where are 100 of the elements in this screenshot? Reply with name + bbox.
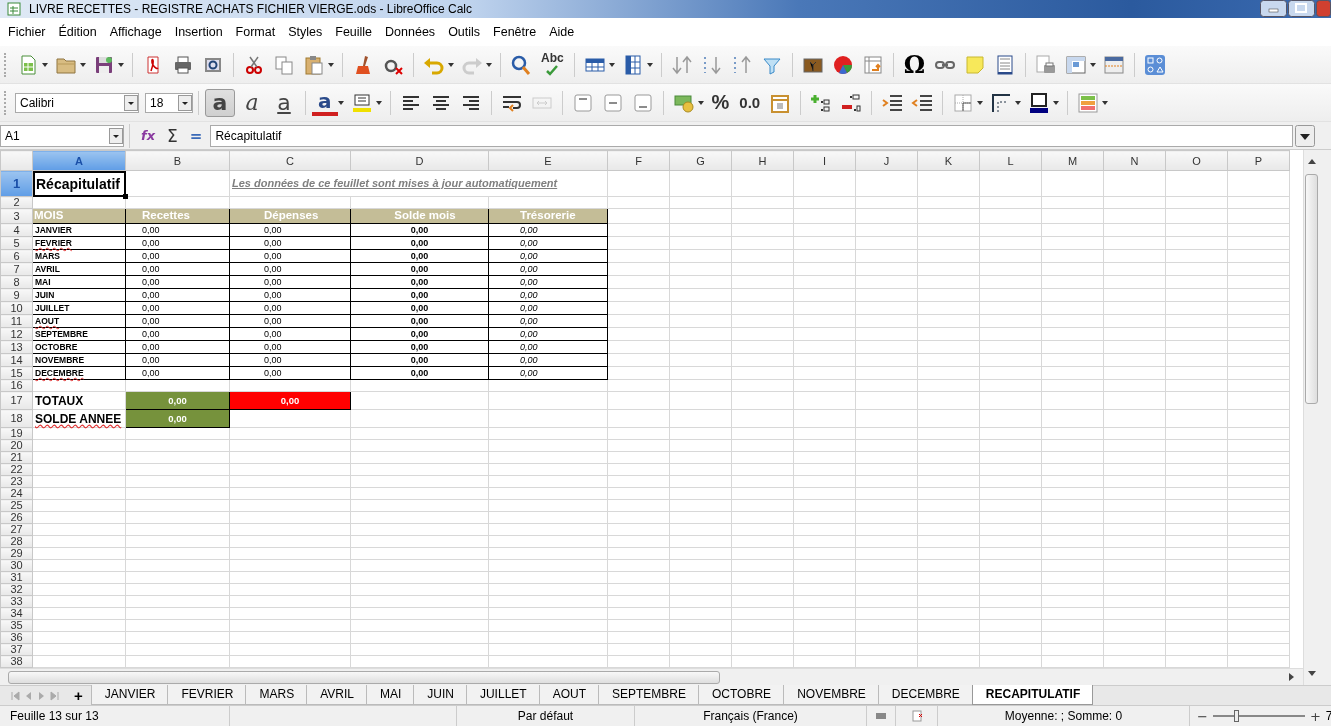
align-middle-icon[interactable] (601, 91, 624, 114)
scrollbar-thumb[interactable] (1305, 174, 1318, 404)
sum-button[interactable]: Σ (163, 124, 182, 147)
menu-item[interactable]: Format (228, 25, 282, 39)
delete-decimal-icon[interactable] (840, 91, 863, 114)
column-header[interactable]: N (1103, 150, 1166, 171)
column-header[interactable]: C (229, 150, 351, 171)
add-sheet-button[interactable]: + (62, 686, 91, 705)
caret-icon[interactable] (1014, 98, 1023, 107)
menu-item[interactable]: Aide (542, 25, 581, 39)
menu-item[interactable]: Outils (441, 25, 487, 39)
menu-item[interactable]: Styles (281, 25, 329, 39)
column-header[interactable]: O (1165, 150, 1228, 171)
scrollbar-thumb[interactable] (8, 670, 720, 684)
column-header[interactable]: M (1041, 150, 1104, 171)
sheet-tab[interactable]: NOVEMBRE (783, 685, 879, 705)
column-header[interactable]: E (488, 150, 608, 171)
sheet-tab[interactable]: AVRIL (306, 685, 367, 705)
shapes-icon[interactable] (1144, 53, 1167, 76)
caret-icon[interactable] (1089, 60, 1098, 69)
font-color-button[interactable]: a (312, 89, 338, 116)
selection-mode-icon[interactable] (875, 710, 887, 722)
italic-button[interactable]: a (237, 88, 267, 117)
menu-item[interactable]: Fichier (1, 25, 52, 39)
caret-icon[interactable] (327, 60, 335, 69)
search-icon[interactable] (510, 53, 532, 76)
caret-icon[interactable] (41, 60, 49, 69)
caret-icon[interactable] (1101, 98, 1110, 107)
menu-item[interactable]: Affichage (102, 25, 168, 39)
menu-item[interactable]: Données (378, 25, 442, 39)
sheet-tab[interactable]: JUILLET (465, 685, 540, 705)
name-box[interactable]: A1 (0, 124, 124, 147)
caret-icon[interactable] (336, 98, 345, 107)
sheet-tab[interactable]: FEVRIER (167, 685, 247, 705)
menu-item[interactable]: Fenêtre (486, 25, 543, 39)
caret-icon[interactable] (1052, 98, 1061, 107)
formula-input[interactable]: Récapitulatif (210, 124, 1293, 147)
caret-icon[interactable] (645, 60, 654, 69)
column-header[interactable]: B (125, 150, 230, 171)
align-bottom-icon[interactable] (631, 91, 654, 114)
zoom-slider-thumb[interactable] (1233, 710, 1239, 722)
split-window-icon[interactable] (1103, 53, 1126, 76)
column-header[interactable]: D (350, 150, 489, 171)
caret-icon[interactable] (79, 60, 87, 69)
sort-icon[interactable] (670, 53, 693, 76)
align-top-icon[interactable] (571, 91, 594, 114)
bold-button[interactable]: a (205, 88, 235, 117)
printer-icon[interactable] (172, 53, 194, 76)
print-range-icon[interactable] (1035, 53, 1058, 76)
title-cell[interactable]: Récapitulatif (32, 170, 126, 197)
column-header[interactable]: H (731, 150, 794, 171)
sheet-tab[interactable]: JUIN (413, 685, 467, 705)
dropdown-icon[interactable] (178, 94, 192, 111)
column-header[interactable]: I (793, 150, 856, 171)
number-format-button[interactable]: 0.0 (735, 88, 765, 117)
dropdown-icon[interactable] (109, 127, 123, 144)
fill-handle[interactable] (123, 194, 128, 199)
menu-item[interactable]: Édition (51, 25, 103, 39)
underline-button[interactable]: a (269, 88, 299, 117)
column-header[interactable]: G (669, 150, 732, 171)
column-header[interactable]: F (607, 150, 670, 171)
caret-icon[interactable] (485, 60, 493, 69)
caret-icon[interactable] (447, 60, 455, 69)
sheet-tab[interactable]: RECAPITULATIF (971, 685, 1094, 705)
caret-icon[interactable] (976, 98, 985, 107)
column-header[interactable]: L (979, 150, 1042, 171)
special-character-button[interactable]: Ω (899, 50, 930, 79)
zoom-out-button[interactable]: − (1194, 708, 1211, 724)
column-header[interactable]: K (917, 150, 980, 171)
column-header[interactable]: P (1227, 150, 1290, 171)
function-wizard-button[interactable]: fx (137, 124, 160, 147)
zoom-in-button[interactable]: + (1306, 708, 1324, 724)
sheet-tab[interactable]: JANVIER (90, 685, 169, 705)
spellcheck-button[interactable]: Abc (537, 50, 568, 79)
dropdown-icon[interactable] (124, 94, 138, 111)
expand-icon[interactable] (1295, 124, 1315, 147)
maximize-icon[interactable] (1288, 0, 1315, 17)
minimize-icon[interactable] (1260, 0, 1287, 17)
sheet-tab[interactable]: SEPTEMBRE (598, 685, 699, 705)
caret-icon[interactable] (374, 98, 383, 107)
document-modified-icon[interactable] (910, 710, 923, 722)
caret-icon[interactable] (607, 60, 616, 69)
menu-item[interactable]: Feuille (328, 25, 379, 39)
caret-icon[interactable] (696, 98, 705, 107)
menu-item[interactable]: Insertion (167, 25, 229, 39)
sheet-tab[interactable]: MAI (365, 685, 415, 705)
font-name-field[interactable]: Calibri (15, 92, 139, 113)
formula-button[interactable]: = (185, 124, 207, 147)
font-size-field[interactable]: 18 (145, 92, 193, 113)
sheet-tab[interactable]: AOUT (538, 685, 599, 705)
sheet-tab[interactable]: MARS (245, 685, 308, 705)
sheet-tab[interactable]: DECEMBRE (877, 685, 973, 705)
sheet-tab[interactable]: OCTOBRE (698, 685, 785, 705)
caret-icon[interactable] (117, 60, 125, 69)
percent-button[interactable]: % (707, 88, 734, 117)
border-style-icon[interactable] (990, 91, 1013, 114)
border-color-icon[interactable] (1028, 91, 1051, 114)
column-header[interactable]: J (855, 150, 918, 171)
pie-chart-icon[interactable] (831, 53, 854, 76)
pivot-table-icon[interactable] (861, 53, 884, 76)
